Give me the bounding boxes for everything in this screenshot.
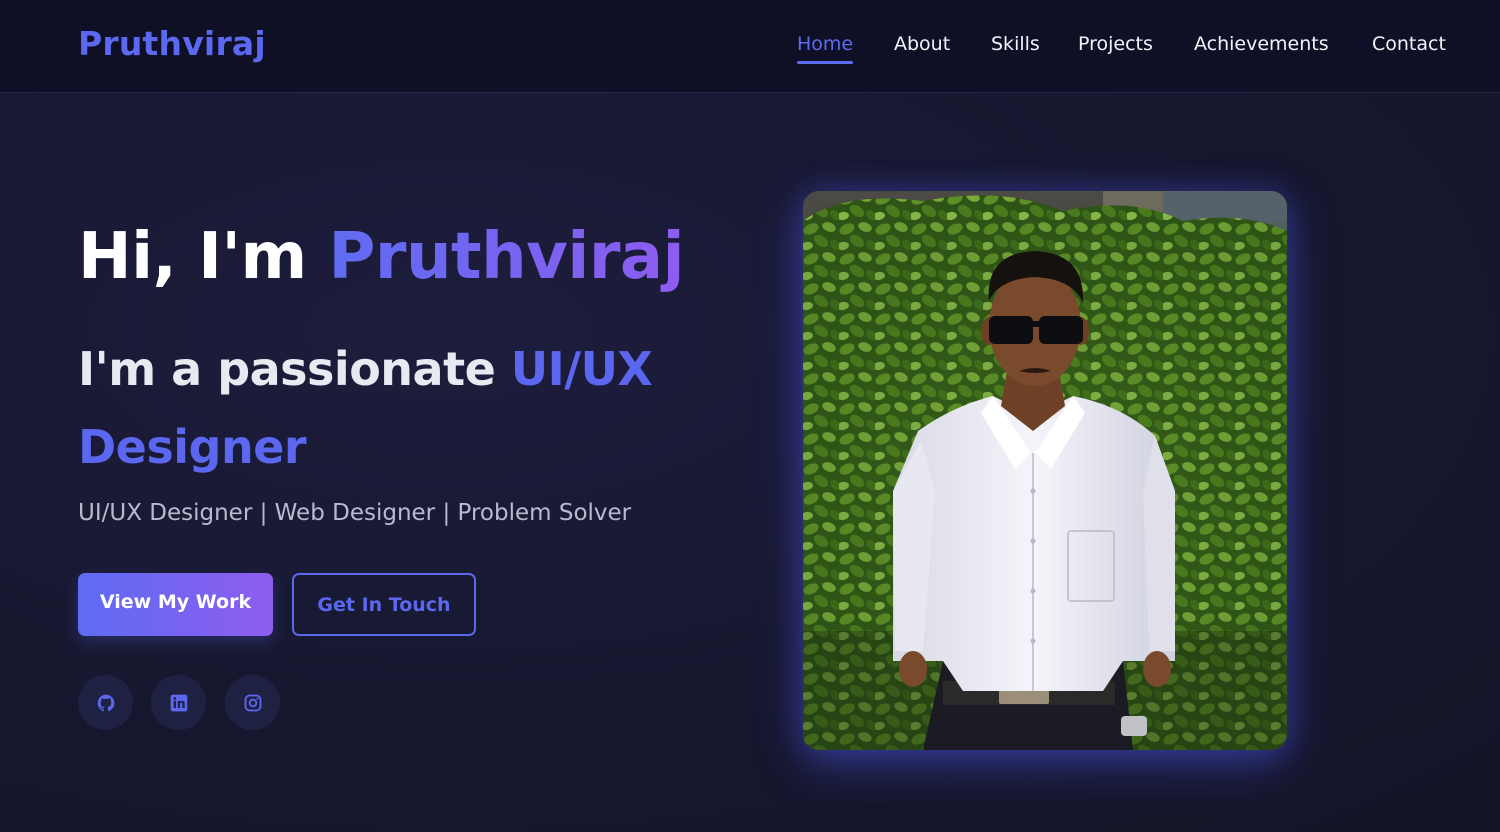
nav-link-skills[interactable]: Skills xyxy=(991,33,1040,55)
instagram-link[interactable] xyxy=(225,675,280,730)
linkedin-icon xyxy=(170,694,187,711)
linkedin-link[interactable] xyxy=(151,675,206,730)
view-my-work-button[interactable]: View My Work xyxy=(78,573,273,636)
nav-link-label: Skills xyxy=(991,33,1040,55)
portfolio-page: Pruthviraj Home About Skills Projects Ac… xyxy=(0,0,1500,832)
hero-intro: I'm a passionate xyxy=(78,342,511,396)
profile-photo xyxy=(803,191,1287,750)
nav-link-label: About xyxy=(894,33,951,55)
hero-subtitle: I'm a passionate UI/UX Designer xyxy=(78,330,718,486)
nav-link-label: Home xyxy=(797,33,854,55)
hero-title: Hi, I'm Pruthviraj xyxy=(78,220,684,294)
hero-greeting: Hi, I'm xyxy=(78,220,329,294)
instagram-icon xyxy=(244,694,261,711)
profile-photo-image xyxy=(803,191,1287,750)
nav-link-label: Achievements xyxy=(1194,33,1329,55)
hero-tagline: UI/UX Designer | Web Designer | Problem … xyxy=(78,500,632,526)
nav-link-label: Projects xyxy=(1078,33,1153,55)
nav-link-home[interactable]: Home xyxy=(797,33,854,64)
nav-link-contact[interactable]: Contact xyxy=(1372,33,1446,55)
github-icon xyxy=(97,694,114,711)
nav-link-about[interactable]: About xyxy=(894,33,950,55)
nav-link-achievements[interactable]: Achievements xyxy=(1194,33,1329,55)
active-nav-indicator xyxy=(797,61,854,64)
site-logo[interactable]: Pruthviraj xyxy=(78,24,266,63)
github-link[interactable] xyxy=(78,675,133,730)
get-in-touch-button[interactable]: Get In Touch xyxy=(292,573,476,636)
nav-link-label: Contact xyxy=(1372,33,1446,55)
navbar: Pruthviraj Home About Skills Projects Ac… xyxy=(0,0,1500,93)
hero-name: Pruthviraj xyxy=(328,220,684,294)
nav-link-projects[interactable]: Projects xyxy=(1078,33,1153,55)
